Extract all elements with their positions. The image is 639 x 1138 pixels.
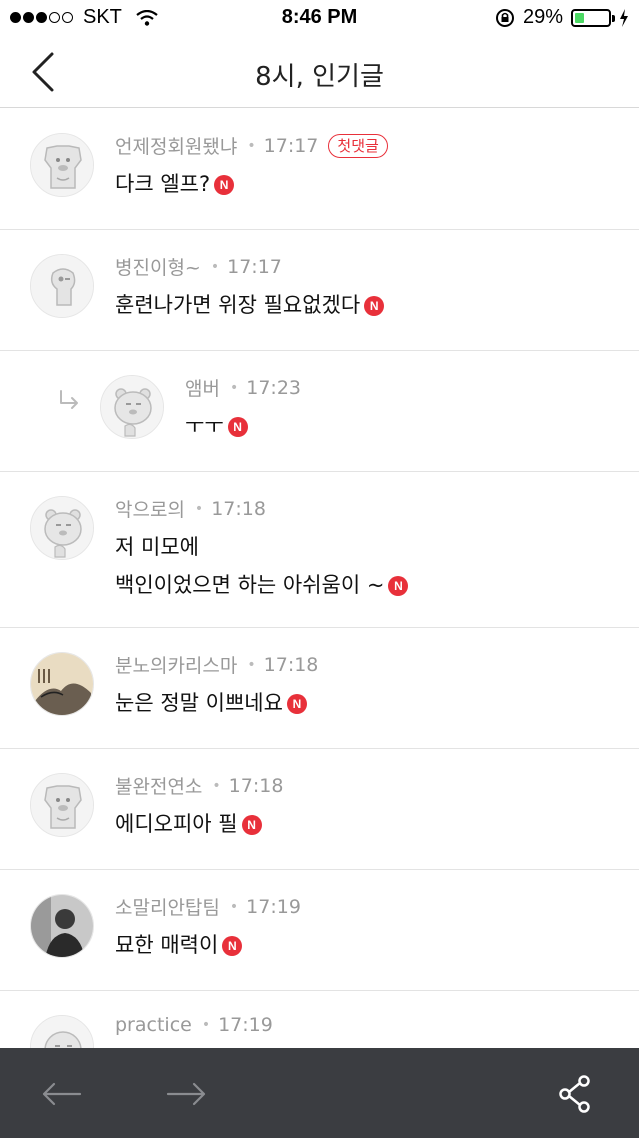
comment-item[interactable]: 소말리안탑팀 • 17:19 묘한 매력이 N: [0, 870, 639, 991]
character-avatar[interactable]: [30, 1015, 94, 1048]
cat-character-icon[interactable]: [30, 254, 94, 318]
meta-separator: •: [229, 379, 239, 396]
comment-text: 백인이었으면 하는 아쉬움이 ~ N: [115, 566, 409, 604]
comment-meta: 병진이형~ • 17:17: [115, 253, 282, 280]
back-arrow-icon[interactable]: [40, 1072, 84, 1116]
comment-author[interactable]: 소말리안탑팀: [115, 893, 220, 920]
new-badge: N: [241, 815, 262, 835]
comment-meta: 악으로의 • 17:18: [115, 495, 266, 522]
comment-text-line: ㅜㅜ: [185, 414, 224, 438]
comment-meta: 소말리안탑팀 • 17:19: [115, 893, 301, 920]
first-comment-badge: 첫댓글: [328, 133, 388, 158]
navigation-bar: 8시, 인기글: [0, 36, 639, 108]
new-badge: N: [388, 576, 409, 596]
comment-text-line: 묘한 매력이: [115, 933, 219, 957]
comment-item[interactable]: 병진이형~ • 17:17 훈련나가면 위장 필요없겠다 N: [0, 230, 639, 351]
comment-author[interactable]: 병진이형~: [115, 253, 201, 280]
reply-comment-item[interactable]: 앰버 • 17:23 ㅜㅜ N: [0, 351, 639, 472]
status-bar: SKT 8:46 PM 29%: [0, 0, 639, 36]
comment-author[interactable]: 분노의카리스마: [115, 651, 237, 678]
meta-separator: •: [194, 500, 204, 517]
comment-list[interactable]: 언제정회원됐냐 • 17:17 첫댓글 다크 엘프? N 병진이형~ • 17:17 훈련나가면 …: [0, 109, 639, 1048]
meta-separator: •: [229, 898, 239, 915]
comment-author[interactable]: 언제정회원됐냐: [115, 132, 237, 159]
comment-text-line: 훈련나가면 위장 필요없겠다: [115, 293, 361, 317]
charging-icon: [620, 8, 628, 27]
new-badge: N: [222, 936, 243, 956]
rotation-lock-icon: [495, 8, 514, 27]
comment-time: 17:23: [246, 376, 301, 399]
comment-time: 17:19: [246, 895, 301, 918]
comment-author[interactable]: 악으로의: [115, 495, 185, 522]
comment-text-line: 눈은 정말 이쁘네요: [115, 691, 283, 715]
comment-text-line: 저 미모에: [115, 535, 199, 559]
ink-painting-avatar[interactable]: [30, 652, 94, 716]
photo-avatar[interactable]: [30, 894, 94, 958]
comment-meta: 언제정회원됐냐 • 17:17 첫댓글: [115, 132, 388, 159]
comment-time: 17:18: [263, 653, 319, 676]
meta-separator: •: [247, 137, 256, 154]
comment-text: 묘한 매력이 N: [115, 926, 243, 964]
comment-item[interactable]: 언제정회원됐냐 • 17:17 첫댓글다크 엘프? N: [0, 109, 639, 230]
battery-percent: 29%: [522, 6, 563, 28]
meta-separator: •: [212, 777, 221, 794]
comment-text: 에디오피아 필N: [115, 805, 262, 843]
page-title: 8시, 인기글: [255, 62, 384, 92]
battery-icon: [571, 8, 615, 27]
new-badge: N: [286, 694, 307, 714]
comment-text: ㅜㅜ N: [185, 407, 248, 445]
meta-separator: •: [247, 656, 256, 673]
comment-text-line: 다크 엘프?: [115, 172, 211, 196]
reply-arrow-icon: [60, 390, 78, 409]
comment-text: 다크 엘프? N: [115, 165, 235, 203]
comment-item[interactable]: 분노의카리스마 • 17:18 눈은 정말 이쁘네요 N: [0, 628, 639, 749]
comment-meta: 앰버 • 17:23: [185, 374, 301, 401]
comment-item[interactable]: practice • 17:19: [0, 991, 639, 1048]
comment-text-line: 에디오피아 필: [115, 812, 238, 836]
forward-arrow-icon[interactable]: [164, 1072, 208, 1116]
new-badge: N: [364, 296, 385, 316]
dog-character-icon[interactable]: [30, 133, 94, 197]
new-badge: N: [214, 175, 235, 195]
comment-meta: 불완전연소 • 17:18: [115, 772, 283, 799]
comment-text: 눈은 정말 이쁘네요 N: [115, 684, 307, 722]
comment-meta: 분노의카리스마 • 17:18: [115, 651, 318, 678]
meta-separator: •: [210, 258, 220, 275]
dog-character-icon[interactable]: [30, 773, 94, 837]
comment-time: 17:17: [263, 134, 319, 157]
comment-time: 17:18: [211, 497, 266, 520]
comment-text-line: 백인이었으면 하는 아쉬움이 ~: [115, 573, 385, 597]
comment-author[interactable]: practice: [115, 1014, 192, 1036]
lion-character-icon[interactable]: [100, 375, 164, 439]
comment-item[interactable]: 불완전연소 • 17:18 에디오피아 필N: [0, 749, 639, 870]
share-icon[interactable]: [554, 1072, 598, 1116]
comment-item[interactable]: 악으로의 • 17:18 저 미모에백인이었으면 하는 아쉬움이 ~ N: [0, 472, 639, 628]
comment-meta: practice • 17:19: [115, 1014, 273, 1036]
new-badge: N: [227, 417, 248, 437]
comment-time: 17:19: [218, 1014, 273, 1036]
meta-separator: •: [201, 1017, 211, 1033]
comment-time: 17:17: [227, 255, 282, 278]
comment-author[interactable]: 불완전연소: [115, 772, 202, 799]
lion-character-icon[interactable]: [30, 496, 94, 560]
comment-text: 저 미모에: [115, 528, 199, 566]
comment-time: 17:18: [228, 774, 284, 797]
comment-author[interactable]: 앰버: [185, 374, 220, 401]
comment-text: 훈련나가면 위장 필요없겠다 N: [115, 286, 385, 324]
bottom-toolbar: [0, 1048, 639, 1138]
